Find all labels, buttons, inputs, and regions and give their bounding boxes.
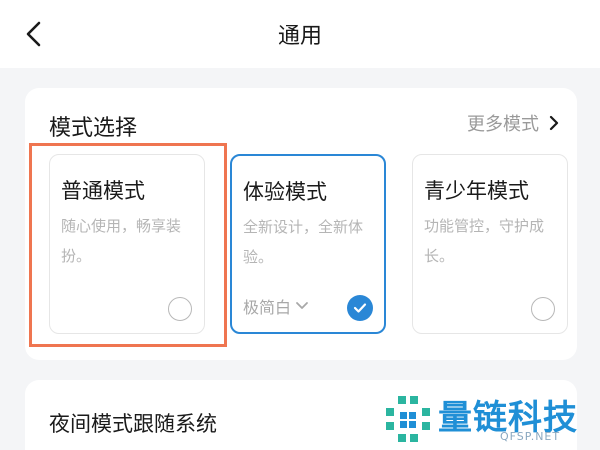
mode-section-title: 模式选择	[49, 116, 138, 141]
page-title: 通用	[277, 24, 322, 49]
theme-dropdown-label: 极简白	[243, 298, 292, 317]
night-mode-label: 夜间模式跟随系统	[49, 412, 217, 436]
chevron-left-icon	[26, 21, 41, 47]
mode-option-description: 全新设计，全新体验。	[243, 218, 364, 266]
mode-option-name: 普通模式	[61, 179, 145, 203]
chevron-down-icon	[296, 302, 308, 309]
radio-unchecked-icon[interactable]	[531, 297, 555, 321]
mode-option-description: 功能管控，守护成长。	[424, 217, 545, 265]
more-modes-link[interactable]: 更多模式	[467, 110, 559, 136]
radio-unchecked-icon[interactable]	[168, 297, 192, 321]
night-mode-row[interactable]: 夜间模式跟随系统	[25, 380, 577, 450]
back-button[interactable]	[14, 14, 54, 54]
mode-option-normal[interactable]: 普通模式 随心使用，畅享装扮。	[49, 154, 205, 334]
radio-checked-icon[interactable]	[347, 295, 373, 321]
mode-selection-card: 模式选择 更多模式 普通模式 随心使用，畅享装扮。 体验模式 全新设计，全新体验…	[25, 88, 577, 360]
mode-option-description: 随心使用，畅享装扮。	[61, 217, 182, 265]
theme-dropdown[interactable]: 极简白	[243, 294, 309, 318]
chevron-right-icon	[549, 115, 559, 131]
more-modes-label: 更多模式	[467, 114, 539, 135]
mode-option-teen[interactable]: 青少年模式 功能管控，守护成长。	[412, 154, 568, 334]
mode-option-name: 青少年模式	[424, 179, 529, 203]
mode-option-experience[interactable]: 体验模式 全新设计，全新体验。 极简白	[230, 154, 386, 334]
mode-option-name: 体验模式	[243, 180, 327, 204]
app-header: 通用	[0, 0, 600, 68]
checkmark-icon	[353, 303, 367, 313]
